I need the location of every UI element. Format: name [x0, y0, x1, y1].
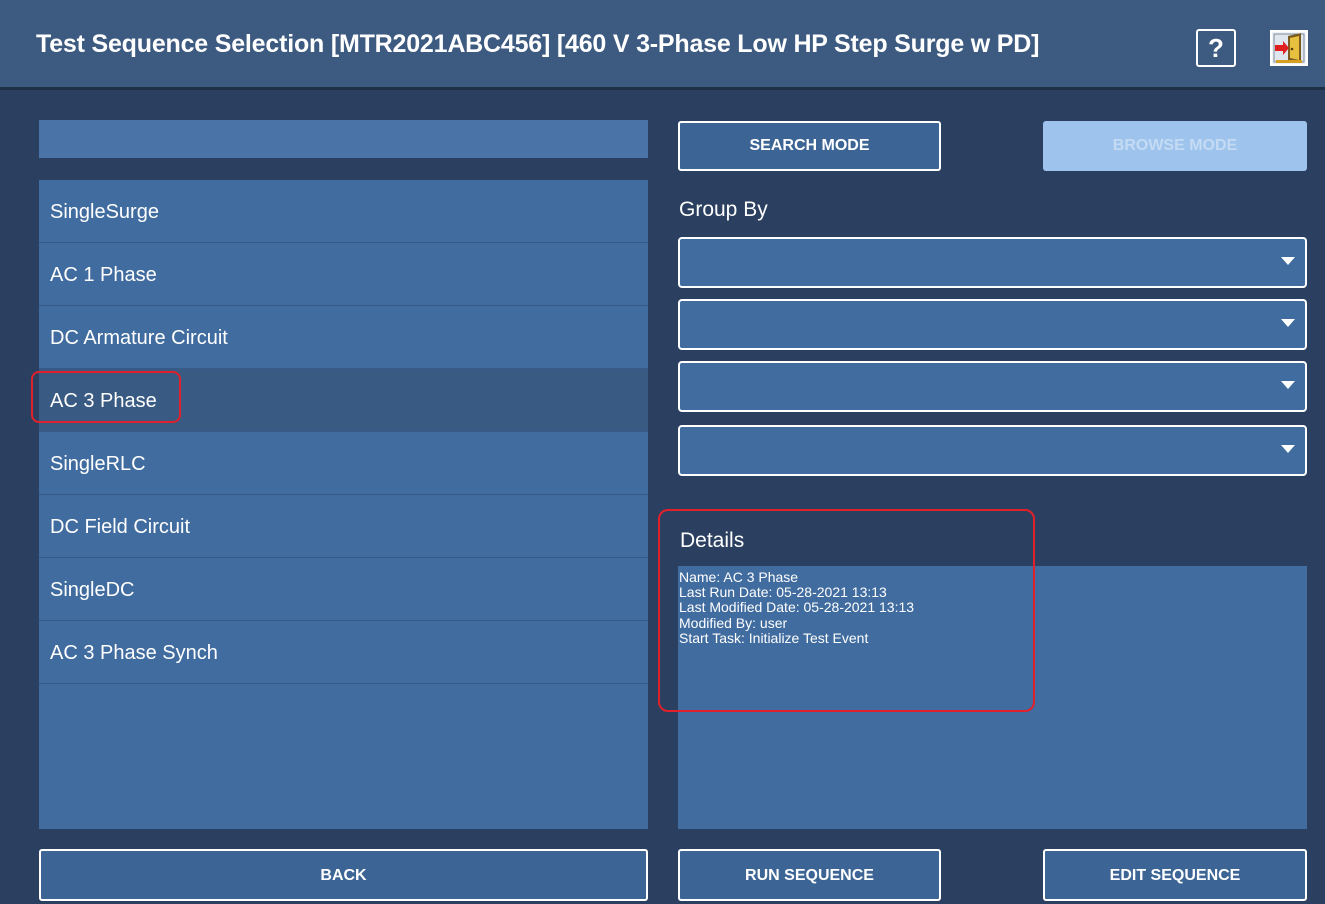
search-input[interactable]	[39, 120, 648, 158]
list-item[interactable]: DC Field Circuit	[39, 495, 648, 558]
exit-button[interactable]	[1270, 30, 1308, 66]
window-title: Test Sequence Selection [MTR2021ABC456] …	[36, 30, 1040, 58]
chevron-down-icon	[1281, 257, 1295, 265]
help-icon: ?	[1208, 33, 1224, 63]
group-by-select-4[interactable]	[678, 425, 1307, 476]
list-item-selected[interactable]: AC 3 Phase	[31, 369, 648, 432]
list-item[interactable]: SingleSurge	[39, 180, 648, 243]
group-by-select-1[interactable]	[678, 237, 1307, 288]
list-item[interactable]: AC 1 Phase	[39, 243, 648, 306]
list-item-label: AC 1 Phase	[50, 264, 157, 286]
list-item[interactable]: DC Armature Circuit	[39, 306, 648, 369]
list-item-label: SingleDC	[50, 579, 135, 601]
chevron-down-icon	[1281, 445, 1295, 453]
list-item-label: SingleSurge	[50, 201, 159, 223]
chevron-down-icon	[1281, 319, 1295, 327]
browse-mode-button[interactable]: BROWSE MODE	[1043, 121, 1307, 171]
help-button[interactable]: ?	[1196, 29, 1236, 67]
group-by-label: Group By	[679, 198, 768, 221]
title-bar: Test Sequence Selection [MTR2021ABC456] …	[0, 0, 1325, 90]
details-highlight	[658, 509, 1035, 712]
search-mode-button[interactable]: SEARCH MODE	[678, 121, 941, 171]
chevron-down-icon	[1281, 381, 1295, 389]
edit-sequence-button[interactable]: EDIT SEQUENCE	[1043, 849, 1307, 901]
list-item-label: DC Field Circuit	[50, 516, 191, 538]
back-button[interactable]: BACK	[39, 849, 648, 901]
list-item-label: SingleRLC	[50, 453, 146, 475]
exit-door-icon	[1270, 30, 1308, 66]
list-item-label: AC 3 Phase Synch	[50, 642, 218, 664]
list-item[interactable]: SingleDC	[39, 558, 648, 621]
run-sequence-button[interactable]: RUN SEQUENCE	[678, 849, 941, 901]
list-item[interactable]: AC 3 Phase Synch	[39, 621, 648, 684]
list-item-label: DC Armature Circuit	[50, 327, 228, 349]
selection-highlight	[31, 371, 181, 423]
sequence-list: SingleSurge AC 1 Phase DC Armature Circu…	[31, 180, 648, 829]
group-by-select-3[interactable]	[678, 361, 1307, 412]
group-by-select-2[interactable]	[678, 299, 1307, 350]
list-item[interactable]: SingleRLC	[39, 432, 648, 495]
